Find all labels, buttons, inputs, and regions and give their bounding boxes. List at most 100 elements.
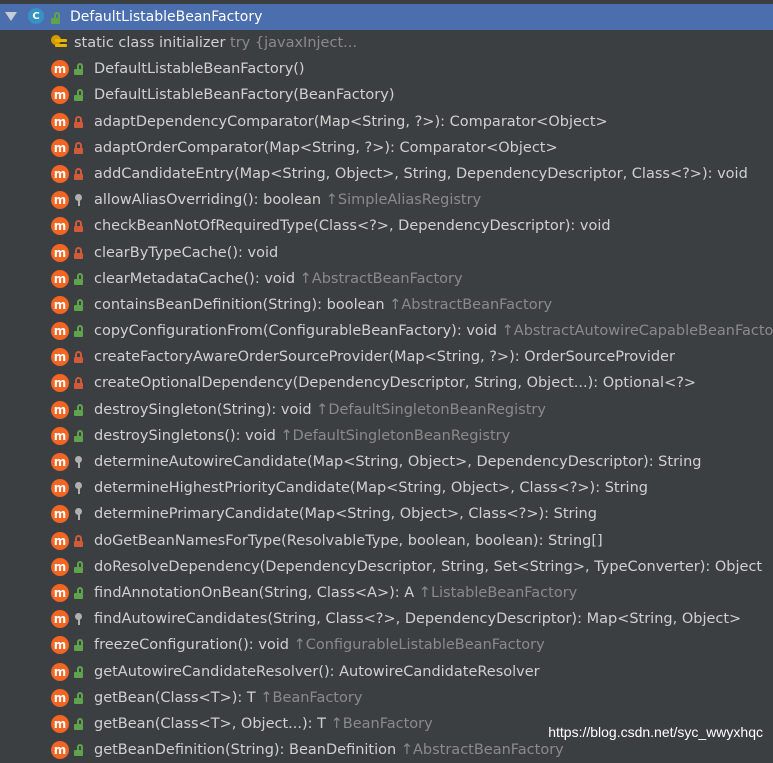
method-label: getBeanDefinition(String): BeanDefinitio… [94, 737, 564, 763]
class-icon-letter: C [32, 10, 40, 22]
method-row[interactable]: m createOptionalDependency(DependencyDesc… [0, 370, 773, 396]
method-signature: createFactoryAwareOrderSourceProvider(Ma… [94, 349, 675, 366]
method-signature: createOptionalDependency(DependencyDescr… [94, 375, 697, 392]
method-row[interactable]: m determineHighestPriorityCandidate(Map<S… [0, 475, 773, 501]
method-row[interactable]: m copyConfigurationFrom(ConfigurableBeanF… [0, 318, 773, 344]
method-signature: getAutowireCandidateResolver(): Autowire… [94, 663, 540, 680]
inherited-from: ↑AbstractBeanFactory [299, 270, 463, 287]
method-label: checkBeanNotOfRequiredType(Class<?>, Dep… [94, 213, 611, 239]
method-label: findAutowireCandidates(String, Class<?>,… [94, 606, 741, 632]
private-visibility-icon [74, 351, 84, 364]
inherited-from: ↑SimpleAliasRegistry [325, 192, 482, 209]
public-visibility-icon [74, 272, 84, 285]
method-icon: m [51, 636, 69, 655]
public-visibility-icon [74, 298, 84, 311]
method-row[interactable]: m getBean(Class<T>): T ↑BeanFactory [0, 685, 773, 711]
method-row[interactable]: m clearByTypeCache(): void [0, 240, 773, 266]
method-icon: m [51, 217, 69, 236]
method-label: findAnnotationOnBean(String, Class<A>): … [94, 580, 577, 606]
static-initializer-label: static class initializer try {javaxInjec… [74, 30, 357, 56]
method-row[interactable]: m clearMetadataCache(): void ↑AbstractBea… [0, 266, 773, 292]
method-signature: getBeanDefinition(String): BeanDefinitio… [94, 742, 401, 759]
method-signature: clearMetadataCache(): void [94, 270, 300, 287]
method-icon: m [51, 348, 69, 367]
static-initializer-hint: try {javaxInject... [230, 35, 357, 51]
method-label: createFactoryAwareOrderSourceProvider(Ma… [94, 344, 675, 370]
method-label: createOptionalDependency(DependencyDescr… [94, 370, 696, 396]
private-visibility-icon [74, 167, 84, 180]
method-signature: doGetBeanNamesForType(ResolvableType, bo… [94, 532, 603, 549]
method-row[interactable]: m containsBeanDefinition(String): boolean… [0, 292, 773, 318]
method-icon: m [51, 426, 69, 445]
method-label: doResolveDependency(DependencyDescriptor… [94, 554, 762, 580]
method-signature: clearByTypeCache(): void [94, 244, 279, 261]
public-visibility-icon [74, 639, 84, 652]
method-signature: determineHighestPriorityCandidate(Map<St… [94, 480, 648, 497]
method-signature: freezeConfiguration(): void [94, 637, 294, 654]
method-icon: m [51, 191, 69, 210]
class-header-row[interactable]: C DefaultListableBeanFactory [0, 4, 773, 30]
private-visibility-icon [74, 534, 84, 547]
method-row[interactable]: m adaptDependencyComparator(Map<String, ?… [0, 109, 773, 135]
method-row[interactable]: m checkBeanNotOfRequiredType(Class<?>, De… [0, 213, 773, 239]
watermark: https://blog.csdn.net/syc_wwyxhqc [548, 724, 763, 740]
method-label: getAutowireCandidateResolver(): Autowire… [94, 659, 540, 685]
public-visibility-icon [74, 717, 84, 730]
method-signature: determinePrimaryCandidate(Map<String, Ob… [94, 506, 597, 523]
method-label: clearMetadataCache(): void ↑AbstractBean… [94, 266, 463, 292]
public-visibility-icon [74, 325, 84, 338]
public-visibility-icon [74, 586, 84, 599]
method-icon: m [51, 86, 69, 105]
method-row[interactable]: m getBeanDefinition(String): BeanDefiniti… [0, 737, 773, 763]
method-row[interactable]: m determinePrimaryCandidate(Map<String, O… [0, 501, 773, 527]
public-visibility-icon [74, 89, 84, 102]
method-row[interactable]: m adaptOrderComparator(Map<String, ?>): C… [0, 135, 773, 161]
method-row[interactable]: m allowAliasOverriding(): boolean ↑Simple… [0, 187, 773, 213]
static-initializer-name: static class initializer [74, 35, 226, 51]
method-row[interactable]: m destroySingleton(String): void ↑Default… [0, 397, 773, 423]
method-label: freezeConfiguration(): void ↑Configurabl… [94, 632, 545, 658]
static-initializer-row[interactable]: static class initializer try {javaxInjec… [0, 30, 773, 56]
protected-visibility-icon [74, 194, 84, 207]
method-icon: m [51, 164, 69, 183]
method-row[interactable]: m determineAutowireCandidate(Map<String, … [0, 449, 773, 475]
method-row[interactable]: m addCandidateEntry(Map<String, Object>, … [0, 161, 773, 187]
method-row[interactable]: m destroySingletons(): void ↑DefaultSingl… [0, 423, 773, 449]
method-label: determineAutowireCandidate(Map<String, O… [94, 449, 701, 475]
private-visibility-icon [74, 220, 84, 233]
method-signature: checkBeanNotOfRequiredType(Class<?>, Dep… [94, 218, 611, 235]
method-label: getBean(Class<T>): T ↑BeanFactory [94, 685, 362, 711]
method-row[interactable]: m freezeConfiguration(): void ↑Configurab… [0, 632, 773, 658]
method-icon: m [51, 662, 69, 681]
method-label: destroySingleton(String): void ↑DefaultS… [94, 397, 546, 423]
method-row[interactable]: m DefaultListableBeanFactory(BeanFactory) [0, 82, 773, 108]
method-icon: m [51, 400, 69, 419]
method-row[interactable]: m findAnnotationOnBean(String, Class<A>):… [0, 580, 773, 606]
method-row[interactable]: m findAutowireCandidates(String, Class<?>… [0, 606, 773, 632]
method-label: determineHighestPriorityCandidate(Map<St… [94, 475, 648, 501]
public-visibility-icon [51, 12, 61, 24]
structure-tree: static class initializer try {javaxInjec… [0, 30, 773, 763]
method-row[interactable]: m getAutowireCandidateResolver(): Autowir… [0, 659, 773, 685]
method-icon: m [51, 138, 69, 157]
method-row[interactable]: m createFactoryAwareOrderSourceProvider(M… [0, 344, 773, 370]
method-signature: copyConfigurationFrom(ConfigurableBeanFa… [94, 323, 502, 340]
public-visibility-icon [74, 403, 84, 416]
method-row[interactable]: m DefaultListableBeanFactory() [0, 56, 773, 82]
method-signature: doResolveDependency(DependencyDescriptor… [94, 558, 763, 575]
method-row[interactable]: m doGetBeanNamesForType(ResolvableType, b… [0, 528, 773, 554]
method-row[interactable]: m doResolveDependency(DependencyDescripto… [0, 554, 773, 580]
method-signature: DefaultListableBeanFactory() [94, 61, 305, 78]
inherited-from: ↑ConfigurableListableBeanFactory [293, 637, 545, 654]
class-name: DefaultListableBeanFactory [70, 9, 263, 25]
method-signature: findAutowireCandidates(String, Class<?>,… [94, 611, 742, 628]
method-icon: m [51, 453, 69, 471]
method-icon: m [51, 374, 69, 393]
method-icon: m [51, 583, 69, 602]
expand-collapse-arrow-icon[interactable] [5, 12, 17, 21]
public-visibility-icon [74, 560, 84, 573]
method-signature: containsBeanDefinition(String): boolean [94, 296, 390, 313]
inherited-from: ↑DefaultSingletonBeanRegistry [280, 427, 511, 444]
method-icon: m [51, 60, 69, 79]
inherited-from: ↑BeanFactory [260, 689, 363, 706]
